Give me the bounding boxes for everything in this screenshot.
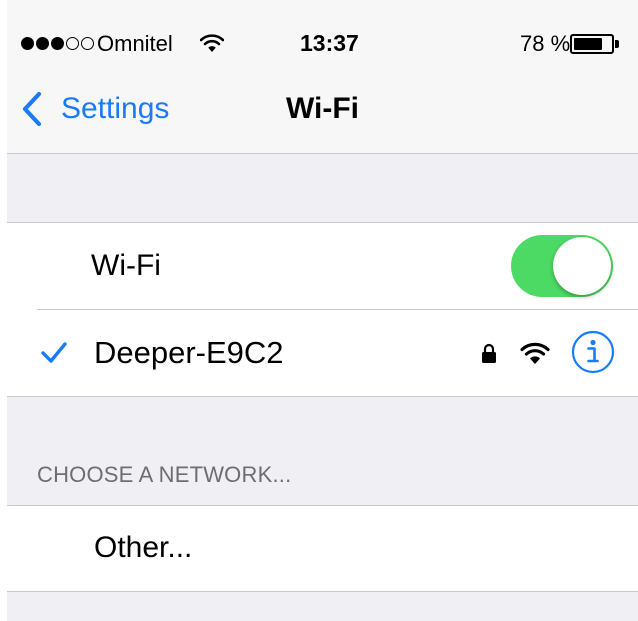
info-icon[interactable] — [571, 330, 615, 374]
battery-fill — [574, 38, 603, 50]
wifi-group: Wi-Fi Deeper-E9C2 — [7, 222, 638, 397]
cellular-signal-icon — [21, 37, 94, 50]
battery-percentage: 78 % — [520, 31, 571, 56]
status-wifi-icon — [200, 34, 224, 52]
choose-network-header: CHOOSE A NETWORK... — [37, 462, 292, 487]
page-title: Wi-Fi — [285, 92, 360, 125]
signal-dot — [21, 37, 34, 50]
checkmark-icon — [41, 342, 67, 363]
signal-dot — [81, 37, 94, 50]
signal-dot — [66, 37, 79, 50]
lock-icon — [482, 343, 496, 363]
signal-dot — [51, 37, 64, 50]
wifi-toggle-row: Wi-Fi — [7, 223, 638, 310]
other-network-label: Other... — [94, 531, 193, 564]
wifi-settings-screen: Omnitel 13:37 78 % Settings Wi-Fi Wi-Fi … — [7, 0, 638, 621]
battery-tip — [615, 40, 619, 48]
other-network-row[interactable]: Other... — [7, 506, 638, 592]
top-bar: Omnitel 13:37 78 % Settings Wi-Fi — [7, 0, 638, 154]
wifi-toggle-label: Wi-Fi — [91, 249, 161, 282]
signal-dot — [36, 37, 49, 50]
other-network-group: Other... — [7, 505, 638, 592]
status-time: 13:37 — [300, 30, 359, 56]
toggle-knob — [553, 237, 611, 295]
network-row-connected[interactable]: Deeper-E9C2 — [7, 310, 638, 396]
battery-body — [570, 34, 614, 54]
wifi-toggle-switch[interactable] — [511, 235, 613, 297]
status-bar: Omnitel 13:37 78 % — [7, 0, 638, 78]
wifi-signal-icon — [520, 342, 550, 364]
network-name: Deeper-E9C2 — [94, 335, 284, 370]
carrier-name: Omnitel — [97, 31, 173, 56]
battery-icon — [570, 34, 620, 54]
